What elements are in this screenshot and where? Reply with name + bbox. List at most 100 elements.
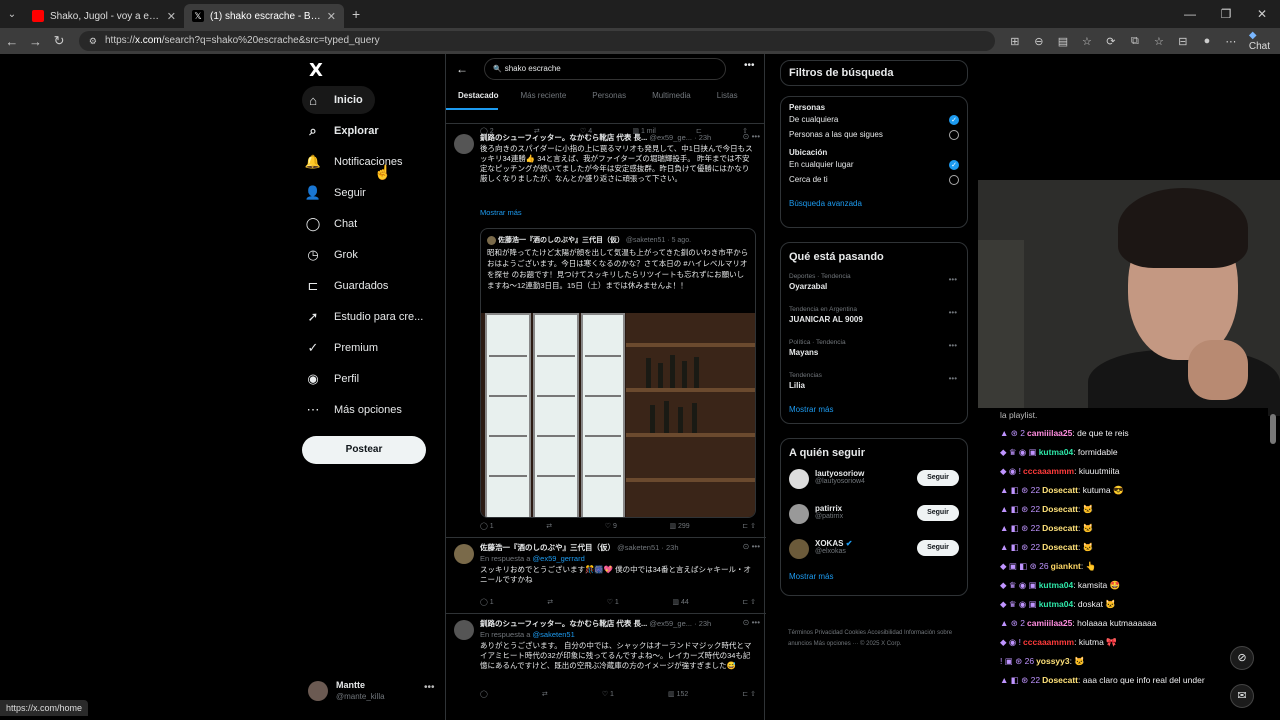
chat-badges-icon[interactable]: ▲ ◧ ⊛ 22 (1000, 675, 1040, 685)
favorites-icon[interactable]: ☆ (1149, 35, 1169, 48)
more-icon[interactable]: ••• (744, 60, 755, 71)
zoom-icon[interactable]: ⊖ (1029, 35, 1049, 48)
chat-username[interactable]: cccaaammm (1023, 466, 1074, 476)
url-input[interactable]: ⚙ https://x.com/search?q=shako%20escrach… (78, 31, 995, 51)
sidebar-item-premium[interactable]: ✓ Premium (304, 334, 378, 362)
retweet-icon[interactable]: ⇄ (547, 598, 553, 606)
footer-links[interactable]: Términos Privacidad Cookies Accesibilida… (788, 628, 968, 650)
radio-checked-icon[interactable]: ✓ (949, 114, 959, 125)
follow-suggestion[interactable]: patirrix @patirrix Seguir (781, 502, 967, 537)
chat-badges-icon[interactable]: ◆ ◉ ! (1000, 466, 1021, 476)
sidebar-item-seguir[interactable]: 👤 Seguir (304, 179, 366, 207)
filter-option-anywhere[interactable]: En cualquier lugar ✓ (781, 157, 967, 172)
chat-username[interactable]: kutma04 (1039, 599, 1074, 609)
reply-icon[interactable]: ◯ (480, 690, 488, 698)
site-info-icon[interactable]: ⚙ (89, 31, 97, 51)
browser-tab-x[interactable]: 𝕏 (1) shako escrache - Buscar / X ✕ (184, 4, 344, 28)
reply-icon[interactable]: ◯ 1 (480, 522, 494, 530)
avatar[interactable] (454, 544, 474, 564)
close-icon[interactable]: ✕ (167, 10, 176, 23)
reply-to-link[interactable]: @ex59_gerrard (533, 554, 585, 563)
trend-item[interactable]: Tendencia en Argentina JUANICAR AL 9009 ••… (781, 304, 967, 337)
trend-item[interactable]: Deportes · Tendencia Oyarzabal ••• (781, 271, 967, 304)
tweet[interactable]: 佐藤浩一『酒のしのぶや』三代目（仮） @saketen51 · 23h ⊙ ••… (446, 538, 766, 614)
avatar[interactable] (454, 134, 474, 154)
tab-destacado[interactable]: Destacado (446, 88, 499, 110)
extension-icon[interactable]: ⧉ (1125, 35, 1145, 48)
search-input[interactable]: 🔍 shako escrache (484, 58, 726, 80)
follow-button[interactable]: Seguir (917, 540, 959, 556)
sidebar-item-perfil[interactable]: ◉ Perfil (304, 365, 359, 393)
retweet-icon[interactable]: ⇄ (542, 690, 548, 698)
tab-mas-reciente[interactable]: Más reciente (498, 88, 566, 110)
app-icon[interactable]: ⊞ (1005, 35, 1025, 48)
back-arrow-icon[interactable]: ← (456, 62, 468, 76)
tweet-author[interactable]: 釧路のシューフィッター。なかむら靴店 代表 長... (480, 133, 647, 142)
trend-item[interactable]: Tendencias Lilia ••• (781, 370, 967, 403)
minimize-icon[interactable]: — (1172, 0, 1208, 28)
more-icon[interactable]: ••• (949, 374, 957, 383)
chat-scrollbar[interactable] (1270, 414, 1276, 444)
like-icon[interactable]: ♡ 9 (605, 522, 617, 530)
views-icon[interactable]: ▥ 152 (668, 690, 688, 698)
chat-badges-icon[interactable]: ▲ ◧ ⊛ 22 (1000, 504, 1040, 514)
back-icon[interactable]: ← (0, 34, 24, 49)
more-icon[interactable]: ••• (424, 682, 435, 693)
close-icon[interactable]: ✕ (327, 10, 336, 23)
forward-icon[interactable]: → (24, 34, 48, 49)
menu-icon[interactable]: ⋯ (1221, 35, 1241, 48)
trends-show-more-link[interactable]: Mostrar más (781, 405, 967, 414)
chat-username[interactable]: kutma04 (1039, 580, 1074, 590)
refresh-ext-icon[interactable]: ⟳ (1101, 35, 1121, 48)
tweet-author[interactable]: 釧路のシューフィッター。なかむら靴店 代表 長... (480, 619, 647, 628)
bookmark-icon[interactable]: ⊏ ⇧ (742, 598, 756, 606)
sidebar-item-estudio[interactable]: ➚ Estudio para cre... (304, 303, 424, 331)
like-icon[interactable]: ♡ 1 (607, 598, 619, 606)
messages-float-icon[interactable]: ✉ (1230, 684, 1254, 708)
chat-badges-icon[interactable]: ◆ ▣ ◧ ⊛ 26 (1000, 561, 1049, 571)
reply-icon[interactable]: ◯ 1 (480, 598, 494, 606)
chat-username[interactable]: camiiilaa25 (1027, 428, 1072, 438)
chat-badges-icon[interactable]: ◆ ♛ ◉ ▣ (1000, 599, 1037, 609)
maximize-icon[interactable]: ❐ (1208, 0, 1244, 28)
browser-tab-youtube[interactable]: Shako, Jugol - voy a explotar el bus ✕ (24, 4, 184, 28)
chat-username[interactable]: Dosecatt (1042, 485, 1078, 495)
chat-username[interactable]: Dosecatt (1042, 542, 1078, 552)
chat-badges-icon[interactable]: ▲ ⊛ 2 (1000, 618, 1025, 628)
follow-suggestion[interactable]: lautyosoriow @lautyosoriow4 Seguir (781, 467, 967, 502)
more-icon[interactable]: ⊙ ••• (743, 132, 760, 141)
quoted-tweet[interactable]: 佐藤浩一『酒のしのぶや』三代目（仮） @saketen51 · 5 ago. 昭… (480, 228, 756, 518)
more-icon[interactable]: ••• (949, 308, 957, 317)
profile-avatar-icon[interactable]: ● (1197, 35, 1217, 48)
tweet-author[interactable]: 佐藤浩一『酒のしのぶや』三代目（仮） (480, 543, 615, 552)
chat-username[interactable]: Dosecatt (1042, 675, 1078, 685)
radio-icon[interactable] (949, 129, 959, 140)
avatar[interactable] (454, 620, 474, 640)
follow-suggestion[interactable]: XOKAS ✔ @elxokas Seguir (781, 537, 967, 572)
tab-listas[interactable]: Listas (691, 88, 738, 110)
follow-button[interactable]: Seguir (917, 470, 959, 486)
more-icon[interactable]: ••• (949, 275, 957, 284)
favorite-star-icon[interactable]: ☆ (1077, 35, 1097, 48)
copilot-chat-button[interactable]: ◆ Chat (1249, 30, 1280, 52)
liquor-store-photo[interactable] (481, 313, 755, 517)
radio-icon[interactable] (949, 174, 959, 185)
tweet[interactable]: 釧路のシューフィッター。なかむら靴店 代表 長... @ex59_ge... ·… (446, 614, 766, 720)
views-icon[interactable]: ▥ 299 (669, 522, 689, 530)
reload-icon[interactable]: ↻ (47, 33, 71, 49)
more-icon[interactable]: ⊙ ••• (743, 542, 760, 551)
account-switcher[interactable]: Mantte @mante_killa ••• (308, 680, 435, 702)
bookmark-icon[interactable]: ⊏ ⇧ (742, 522, 756, 530)
bookmark-icon[interactable]: ⊏ ⇧ (742, 690, 756, 698)
collections-icon[interactable]: ⊟ (1173, 35, 1193, 48)
filter-option-following[interactable]: Personas a las que sigues (781, 127, 967, 142)
chat-badges-icon[interactable]: ▲ ⊛ 2 (1000, 428, 1025, 438)
more-icon[interactable]: ⊙ ••• (743, 618, 760, 627)
grok-float-icon[interactable]: ⊘ (1230, 646, 1254, 670)
chat-badges-icon[interactable]: ▲ ◧ ⊛ 22 (1000, 485, 1040, 495)
retweet-icon[interactable]: ⇄ (546, 522, 552, 530)
post-button[interactable]: Postear (302, 436, 426, 464)
tweet[interactable]: 釧路のシューフィッター。なかむら靴店 代表 長... @ex59_ge... ·… (446, 128, 766, 538)
chat-username[interactable]: cccaaammm (1023, 637, 1074, 647)
views-icon[interactable]: ▥ 44 (672, 598, 688, 606)
